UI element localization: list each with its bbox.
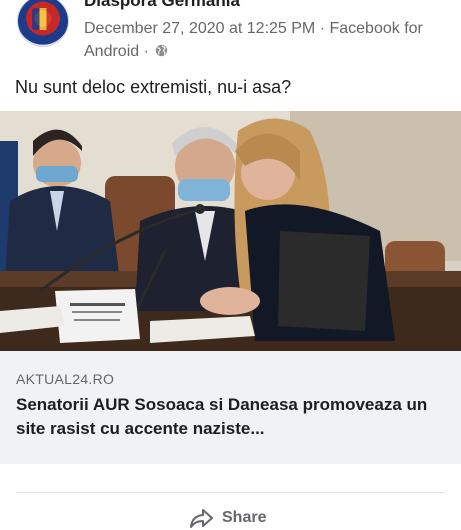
share-label: Share	[222, 509, 267, 526]
share-button[interactable]: Share	[188, 506, 266, 530]
meta-separator-2: ·	[143, 43, 149, 60]
meta-separator: ·	[319, 20, 326, 37]
post-caption: Nu sunt deloc extremisti, nu-i asa?	[15, 77, 292, 97]
post-meta: December 27, 2020 at 12:25 PM · Facebook…	[84, 17, 444, 63]
link-preview-image[interactable]	[0, 111, 461, 351]
actions-divider	[16, 492, 445, 493]
link-title[interactable]: Senatorii AUR Sosoaca si Daneasa promove…	[16, 393, 448, 441]
post-header: Diaspora Germania December 27, 2020 at 1…	[0, 0, 461, 66]
page-name[interactable]: Diaspora Germania	[84, 0, 240, 11]
globe-icon[interactable]	[155, 44, 168, 57]
post-timestamp[interactable]: December 27, 2020 at 12:25 PM	[84, 20, 315, 37]
link-preview-card[interactable]: AKTUAL24.RO Senatorii AUR Sosoaca si Dan…	[0, 111, 461, 464]
page-avatar[interactable]	[18, 0, 68, 46]
share-icon	[190, 509, 213, 528]
link-domain: AKTUAL24.RO	[16, 371, 115, 387]
senate-hearing-photo	[0, 111, 461, 351]
avatar-emblem	[32, 8, 54, 30]
link-preview-info[interactable]: AKTUAL24.RO Senatorii AUR Sosoaca si Dan…	[0, 351, 461, 464]
